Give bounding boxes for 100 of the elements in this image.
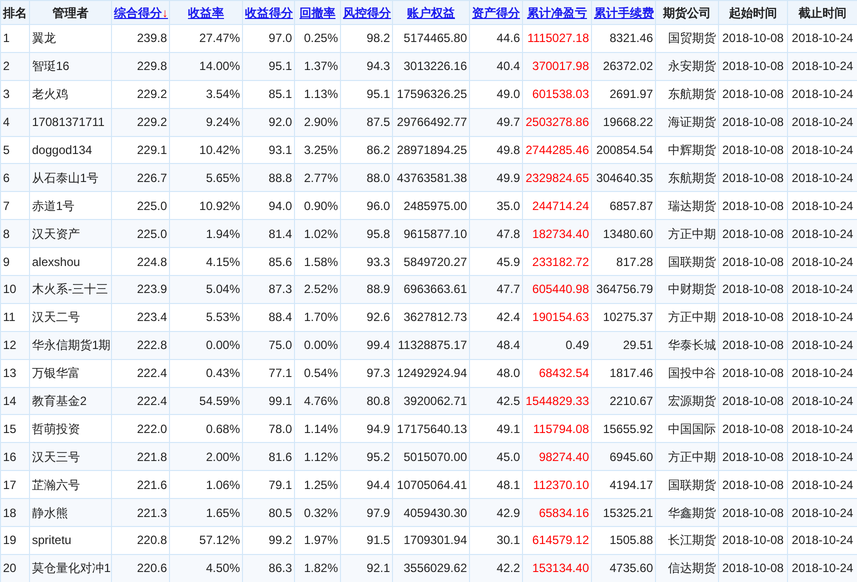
table-cell: 225.0: [136, 198, 167, 213]
table-cell: 182734.40: [532, 226, 589, 241]
column-header: 起始时间: [729, 6, 777, 20]
table-cell: 10: [3, 282, 16, 296]
table-cell: 304640.35: [596, 170, 653, 185]
table-cell: 77.1: [268, 366, 292, 380]
table-cell: 2018-10-08: [722, 478, 784, 492]
table-cell: 9615877.10: [404, 226, 467, 241]
table-cell: 2329824.65: [526, 170, 589, 185]
table-cell: 222.4: [136, 366, 167, 380]
table-cell: 国贸期货: [668, 31, 716, 46]
column-header: 截止时间: [798, 6, 846, 20]
table-cell: 汉天三号: [32, 450, 80, 464]
table-cell: 2018-10-08: [722, 115, 784, 130]
table-cell: 2018-10-24: [792, 561, 854, 576]
table-cell: 47.7: [496, 282, 520, 296]
table-cell: 40.4: [496, 59, 520, 74]
table-cell: 5015070.00: [404, 450, 467, 464]
table-cell: 26372.02: [602, 59, 653, 74]
table-cell: 226.7: [136, 170, 167, 185]
table-cell: 芷瀚六号: [32, 478, 80, 492]
table-cell: 605440.98: [532, 282, 589, 296]
table-cell: 8: [3, 226, 10, 241]
table-cell: 14: [3, 394, 16, 408]
table-cell: 9.24%: [206, 115, 240, 130]
table-cell: 方正中期: [668, 450, 716, 464]
table-cell: 81.4: [268, 226, 292, 241]
table-cell: 永安期货: [668, 59, 716, 74]
table-cell: 1.58%: [304, 254, 338, 269]
table-cell: 宏源期货: [668, 394, 716, 408]
table-cell: 7: [3, 198, 10, 213]
table-cell: 86.3: [268, 561, 292, 576]
table-cell: 2018-10-24: [792, 31, 854, 46]
table-cell: 5.04%: [206, 282, 240, 296]
table-cell: 47.8: [496, 226, 520, 241]
table-cell: 220.6: [136, 561, 167, 576]
table-cell: 2018-10-08: [722, 533, 784, 548]
table-cell: 153134.40: [532, 561, 589, 576]
table-cell: 5.53%: [206, 310, 240, 324]
table-cell: 东航期货: [668, 87, 716, 102]
table-cell: 229.1: [136, 143, 167, 157]
table-cell: 2744285.46: [526, 143, 589, 157]
table-cell: 98274.40: [538, 450, 589, 464]
table-cell: 229.2: [136, 115, 167, 130]
table-cell: 224.8: [136, 254, 167, 269]
table-cell: 3.54%: [206, 87, 240, 102]
table-cell: 2018-10-24: [792, 115, 854, 130]
table-cell: 哲萌投资: [32, 422, 80, 436]
table-cell: 0.43%: [206, 366, 240, 380]
table-cell: 94.0: [268, 198, 292, 213]
table-cell: 65834.16: [538, 506, 589, 520]
table-cell: 35.0: [496, 198, 520, 213]
table-cell: 2018-10-08: [722, 394, 784, 408]
table-cell: 2018-10-24: [792, 506, 854, 520]
table-cell: 1817.46: [610, 366, 653, 380]
table-cell: 42.4: [496, 310, 520, 324]
table-cell: 99.1: [268, 394, 292, 408]
table-cell: 18: [3, 506, 16, 520]
table-cell: 2018-10-08: [722, 31, 784, 46]
table-cell: 10275.37: [602, 310, 653, 324]
table-cell: 95.1: [268, 59, 292, 74]
table-cell: 16: [3, 450, 16, 464]
table-cell: 1.70%: [304, 310, 338, 324]
table-cell: 2691.97: [610, 87, 653, 102]
table-cell: 5.65%: [206, 170, 240, 185]
table-cell: 1.14%: [304, 422, 338, 436]
table-cell: 翼龙: [32, 31, 56, 46]
table-cell: 49.7: [496, 115, 520, 130]
table-cell: 12492924.94: [396, 366, 467, 380]
table-cell: 28971894.25: [396, 143, 467, 157]
table-cell: 1.97%: [304, 533, 338, 548]
table-cell: 10.42%: [199, 143, 240, 157]
table-cell: 190154.63: [532, 310, 589, 324]
table-cell: 10.92%: [199, 198, 240, 213]
table-cell: 48.4: [496, 338, 520, 352]
table-cell: 48.1: [496, 478, 520, 492]
table-cell: 中财期货: [668, 282, 716, 296]
table-cell: 中辉期货: [668, 143, 716, 157]
table-cell: 2503278.86: [526, 115, 589, 130]
table-cell: 27.47%: [199, 31, 240, 46]
table-cell: 0.54%: [304, 366, 338, 380]
table-cell: 2018-10-24: [792, 59, 854, 74]
table-cell: 95.1: [366, 87, 390, 102]
table-cell: 30.1: [496, 533, 520, 548]
table-cell: 2018-10-08: [722, 226, 784, 241]
table-cell: 57.12%: [199, 533, 240, 548]
table-cell: 2018-10-24: [792, 478, 854, 492]
table-cell: 4194.17: [610, 478, 653, 492]
table-cell: 2485975.00: [404, 198, 467, 213]
table-cell: 4059430.30: [404, 506, 467, 520]
column-header: 管理者: [52, 6, 88, 20]
table-cell: 4: [3, 115, 10, 130]
table-cell: 1.94%: [206, 226, 240, 241]
table-cell: 233182.72: [532, 254, 589, 269]
table-cell: 98.2: [366, 31, 390, 46]
table-cell: 2: [3, 59, 10, 74]
table-cell: 2210.67: [610, 394, 653, 408]
table-cell: 国投中谷: [668, 366, 716, 380]
table-cell: 1709301.94: [404, 533, 467, 548]
table-cell: 2018-10-24: [792, 338, 854, 352]
